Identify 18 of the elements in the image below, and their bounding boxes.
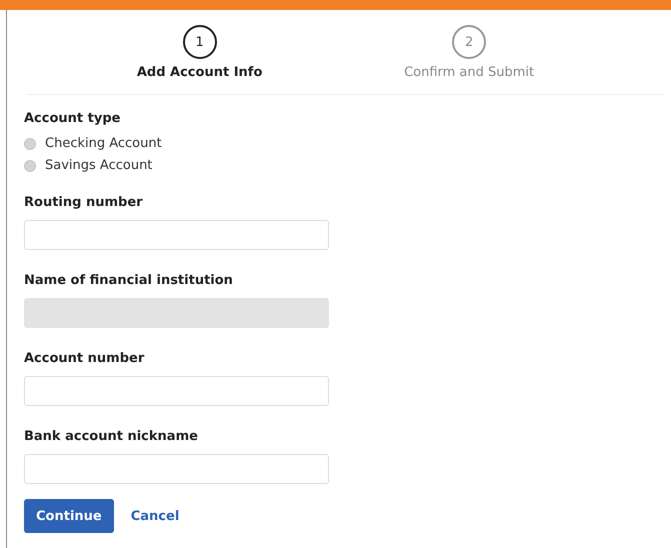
input-field[interactable] [24, 454, 329, 484]
radio-button[interactable] [24, 138, 36, 150]
field-label: Bank account nickname [24, 429, 199, 444]
radio-label: Checking Account [45, 136, 162, 151]
cancel-link[interactable]: Cancel [130, 508, 180, 524]
field-label: Account type [24, 111, 122, 126]
step-label: Add Account Info [136, 65, 262, 80]
input-field[interactable] [24, 376, 329, 406]
step-number: 1 [182, 25, 217, 59]
step-label: Confirm and Submit [404, 65, 534, 80]
radio-button[interactable] [24, 160, 36, 172]
field-label: Routing number [24, 195, 144, 210]
continue-button[interactable]: Continue [24, 499, 114, 533]
field-label: Account number [24, 351, 146, 366]
radio-label: Savings Account [45, 158, 152, 173]
input-field[interactable] [24, 220, 329, 250]
step-number: 2 [452, 25, 486, 59]
field-label: Name of financial institution [24, 273, 234, 288]
